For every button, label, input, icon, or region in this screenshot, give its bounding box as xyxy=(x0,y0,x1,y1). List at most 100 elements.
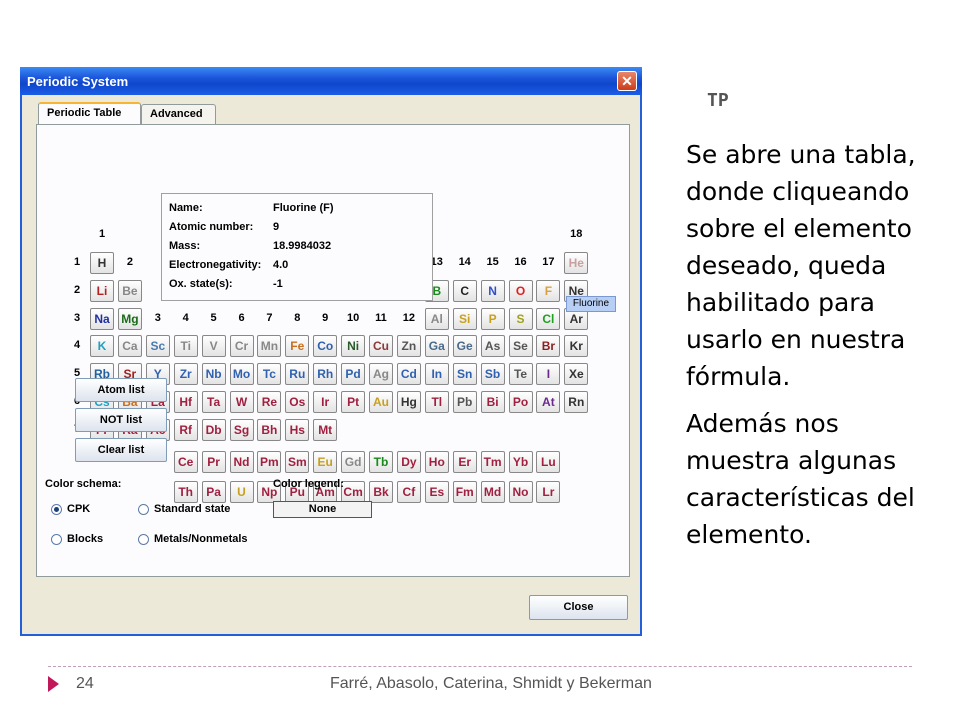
element-yb[interactable]: Yb xyxy=(508,451,533,473)
standard-state-radio[interactable] xyxy=(138,504,149,515)
element-fm[interactable]: Fm xyxy=(452,481,477,503)
element-v[interactable]: V xyxy=(201,335,226,358)
element-tm[interactable]: Tm xyxy=(480,451,505,473)
element-ir[interactable]: Ir xyxy=(313,391,338,413)
element-i[interactable]: I xyxy=(536,363,561,386)
element-he[interactable]: He xyxy=(564,252,589,274)
cpk-radio[interactable] xyxy=(51,504,62,515)
metals-nonmetals-radio[interactable] xyxy=(138,534,149,545)
element-lr[interactable]: Lr xyxy=(536,481,561,503)
element-w[interactable]: W xyxy=(229,391,254,413)
element-f[interactable]: F xyxy=(536,279,561,302)
element-bk[interactable]: Bk xyxy=(369,481,393,503)
element-bh[interactable]: Bh xyxy=(257,418,282,441)
element-ge[interactable]: Ge xyxy=(452,335,477,358)
dialog-titlebar[interactable]: Periodic System ✕ xyxy=(20,67,642,95)
element-au[interactable]: Au xyxy=(369,391,393,413)
element-cr[interactable]: Cr xyxy=(229,335,254,358)
close-window-icon[interactable]: ✕ xyxy=(617,71,637,91)
element-at[interactable]: At xyxy=(536,391,561,413)
element-db[interactable]: Db xyxy=(201,418,226,441)
element-es[interactable]: Es xyxy=(424,481,449,503)
blocks-radio[interactable] xyxy=(51,534,62,545)
element-hf[interactable]: Hf xyxy=(173,391,198,413)
element-se[interactable]: Se xyxy=(508,335,533,358)
element-pt[interactable]: Pt xyxy=(341,391,366,413)
element-sn[interactable]: Sn xyxy=(452,363,477,386)
tab-periodic-table[interactable]: Periodic Table xyxy=(38,102,141,124)
not-list-button[interactable]: NOT list xyxy=(75,408,167,432)
element-ag[interactable]: Ag xyxy=(369,363,393,386)
element-lu[interactable]: Lu xyxy=(536,451,561,473)
element-sg[interactable]: Sg xyxy=(229,418,254,441)
element-cf[interactable]: Cf xyxy=(396,481,421,503)
element-te[interactable]: Te xyxy=(508,363,533,386)
element-tl[interactable]: Tl xyxy=(424,391,449,413)
element-tb[interactable]: Tb xyxy=(369,451,393,473)
element-si[interactable]: Si xyxy=(452,307,477,330)
element-er[interactable]: Er xyxy=(452,451,477,473)
tab-advanced[interactable]: Advanced xyxy=(141,104,216,124)
element-kr[interactable]: Kr xyxy=(564,335,589,358)
close-button[interactable]: Close xyxy=(529,595,628,620)
element-ce[interactable]: Ce xyxy=(173,451,198,473)
atom-list-button[interactable]: Atom list xyxy=(75,378,167,402)
element-p[interactable]: P xyxy=(480,307,505,330)
element-li[interactable]: Li xyxy=(90,279,114,302)
element-ru[interactable]: Ru xyxy=(285,363,310,386)
element-br[interactable]: Br xyxy=(536,335,561,358)
element-cu[interactable]: Cu xyxy=(369,335,393,358)
element-po[interactable]: Po xyxy=(508,391,533,413)
element-cl[interactable]: Cl xyxy=(536,307,561,330)
element-ta[interactable]: Ta xyxy=(201,391,226,413)
element-rf[interactable]: Rf xyxy=(173,418,198,441)
element-c[interactable]: C xyxy=(452,279,477,302)
element-hs[interactable]: Hs xyxy=(285,418,310,441)
element-bi[interactable]: Bi xyxy=(480,391,505,413)
element-in[interactable]: In xyxy=(424,363,449,386)
element-xe[interactable]: Xe xyxy=(564,363,589,386)
element-md[interactable]: Md xyxy=(480,481,505,503)
element-mn[interactable]: Mn xyxy=(257,335,282,358)
element-as[interactable]: As xyxy=(480,335,505,358)
element-dy[interactable]: Dy xyxy=(396,451,421,473)
element-ga[interactable]: Ga xyxy=(424,335,449,358)
element-pr[interactable]: Pr xyxy=(201,451,226,473)
element-h[interactable]: H xyxy=(90,252,114,274)
element-eu[interactable]: Eu xyxy=(313,451,338,473)
element-sm[interactable]: Sm xyxy=(285,451,310,473)
clear-list-button[interactable]: Clear list xyxy=(75,438,167,462)
element-tc[interactable]: Tc xyxy=(257,363,282,386)
element-ti[interactable]: Ti xyxy=(173,335,198,358)
element-o[interactable]: O xyxy=(508,279,533,302)
element-pd[interactable]: Pd xyxy=(341,363,366,386)
element-no[interactable]: No xyxy=(508,481,533,503)
element-co[interactable]: Co xyxy=(313,335,338,358)
element-th[interactable]: Th xyxy=(173,481,198,503)
element-re[interactable]: Re xyxy=(257,391,282,413)
element-zr[interactable]: Zr xyxy=(173,363,198,386)
element-ho[interactable]: Ho xyxy=(424,451,449,473)
element-zn[interactable]: Zn xyxy=(396,335,421,358)
element-rn[interactable]: Rn xyxy=(564,391,589,413)
element-mg[interactable]: Mg xyxy=(117,307,142,330)
element-n[interactable]: N xyxy=(480,279,505,302)
element-na[interactable]: Na xyxy=(90,307,114,330)
element-fe[interactable]: Fe xyxy=(285,335,310,358)
element-be[interactable]: Be xyxy=(117,279,142,302)
element-pm[interactable]: Pm xyxy=(257,451,282,473)
element-k[interactable]: K xyxy=(90,335,114,358)
element-os[interactable]: Os xyxy=(285,391,310,413)
element-hg[interactable]: Hg xyxy=(396,391,421,413)
element-sb[interactable]: Sb xyxy=(480,363,505,386)
element-al[interactable]: Al xyxy=(424,307,449,330)
element-u[interactable]: U xyxy=(229,481,254,503)
element-pb[interactable]: Pb xyxy=(452,391,477,413)
element-gd[interactable]: Gd xyxy=(341,451,366,473)
element-ni[interactable]: Ni xyxy=(341,335,366,358)
element-ca[interactable]: Ca xyxy=(117,335,142,358)
element-mo[interactable]: Mo xyxy=(229,363,254,386)
element-s[interactable]: S xyxy=(508,307,533,330)
element-mt[interactable]: Mt xyxy=(313,418,338,441)
element-sc[interactable]: Sc xyxy=(145,335,170,358)
